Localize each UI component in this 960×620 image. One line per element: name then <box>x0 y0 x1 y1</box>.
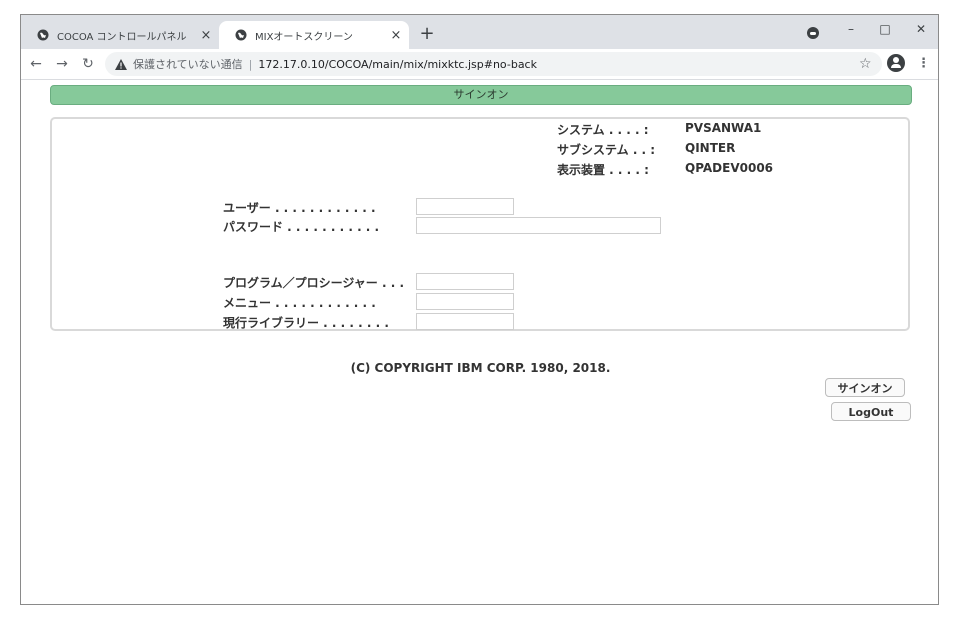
warning-triangle-icon <box>115 58 127 70</box>
close-tab-icon[interactable]: × <box>387 28 405 43</box>
account-circle-icon[interactable] <box>887 54 905 72</box>
system-value: PVSANWA1 <box>685 121 762 135</box>
minimize-icon[interactable]: – <box>836 19 866 39</box>
new-tab-button[interactable]: + <box>417 24 437 44</box>
close-tab-icon[interactable]: × <box>197 28 215 43</box>
password-input[interactable] <box>416 217 661 234</box>
back-arrow-icon[interactable]: ← <box>27 55 45 73</box>
signon-panel: システム . . . . : PVSANWA1 サブシステム . . : QIN… <box>50 117 910 331</box>
subsystem-label: サブシステム . . : <box>557 143 656 157</box>
star-icon[interactable]: ☆ <box>859 56 872 72</box>
subsystem-value: QINTER <box>685 141 736 155</box>
system-label: システム . . . . : <box>557 123 649 137</box>
program-input[interactable] <box>416 273 514 290</box>
user-input[interactable] <box>416 198 514 215</box>
display-device-label: 表示装置 . . . . : <box>557 163 649 177</box>
security-status: 保護されていない通信 <box>133 58 243 71</box>
user-label: ユーザー . . . . . . . . . . . . <box>223 201 376 215</box>
divider: | <box>248 57 253 71</box>
current-library-label: 現行ライブラリー . . . . . . . . <box>223 316 389 330</box>
logout-button[interactable]: LogOut <box>831 402 911 421</box>
browser-window: COCOA コントロールパネル × MIXオートスクリーン × + – □ ✕ … <box>20 14 939 605</box>
tab-title: MIXオートスクリーン <box>255 31 353 43</box>
copyright-text: (C) COPYRIGHT IBM CORP. 1980, 2018. <box>350 361 611 375</box>
signon-button[interactable]: サインオン <box>825 378 905 397</box>
tab-cocoa-control-panel[interactable]: COCOA コントロールパネル × <box>21 21 219 49</box>
page-title: サインオン <box>50 85 912 105</box>
kebab-menu-icon[interactable]: ⋮ <box>917 56 930 71</box>
menu-label: メニュー . . . . . . . . . . . . <box>223 296 376 310</box>
page-content: サインオン システム . . . . : PVSANWA1 サブシステム . .… <box>21 80 938 604</box>
display-device-value: QPADEV0006 <box>685 161 774 175</box>
address-bar[interactable]: 保護されていない通信 | 172.17.0.10/COCOA/main/mix/… <box>105 52 882 76</box>
password-label: パスワード . . . . . . . . . . . <box>223 220 380 234</box>
url-text: 172.17.0.10/COCOA/main/mix/mixktc.jsp#no… <box>258 57 537 71</box>
program-label: プログラム／プロシージャー . . . <box>223 276 405 290</box>
tab-title: COCOA コントロールパネル <box>57 31 187 43</box>
globe-icon <box>37 29 49 41</box>
forward-arrow-icon[interactable]: → <box>53 55 71 73</box>
extension-icon[interactable] <box>807 27 819 39</box>
maximize-icon[interactable]: □ <box>870 19 900 39</box>
address-toolbar: ← → ↻ 保護されていない通信 | 172.17.0.10/COCOA/mai… <box>21 49 938 80</box>
window-close-icon[interactable]: ✕ <box>906 19 936 39</box>
reload-icon[interactable]: ↻ <box>79 55 97 73</box>
globe-icon <box>235 29 247 41</box>
tab-mix-autoscreen[interactable]: MIXオートスクリーン × <box>219 21 409 49</box>
current-library-input[interactable] <box>416 313 514 330</box>
menu-input[interactable] <box>416 293 514 310</box>
tab-strip: COCOA コントロールパネル × MIXオートスクリーン × + – □ ✕ <box>21 15 938 49</box>
